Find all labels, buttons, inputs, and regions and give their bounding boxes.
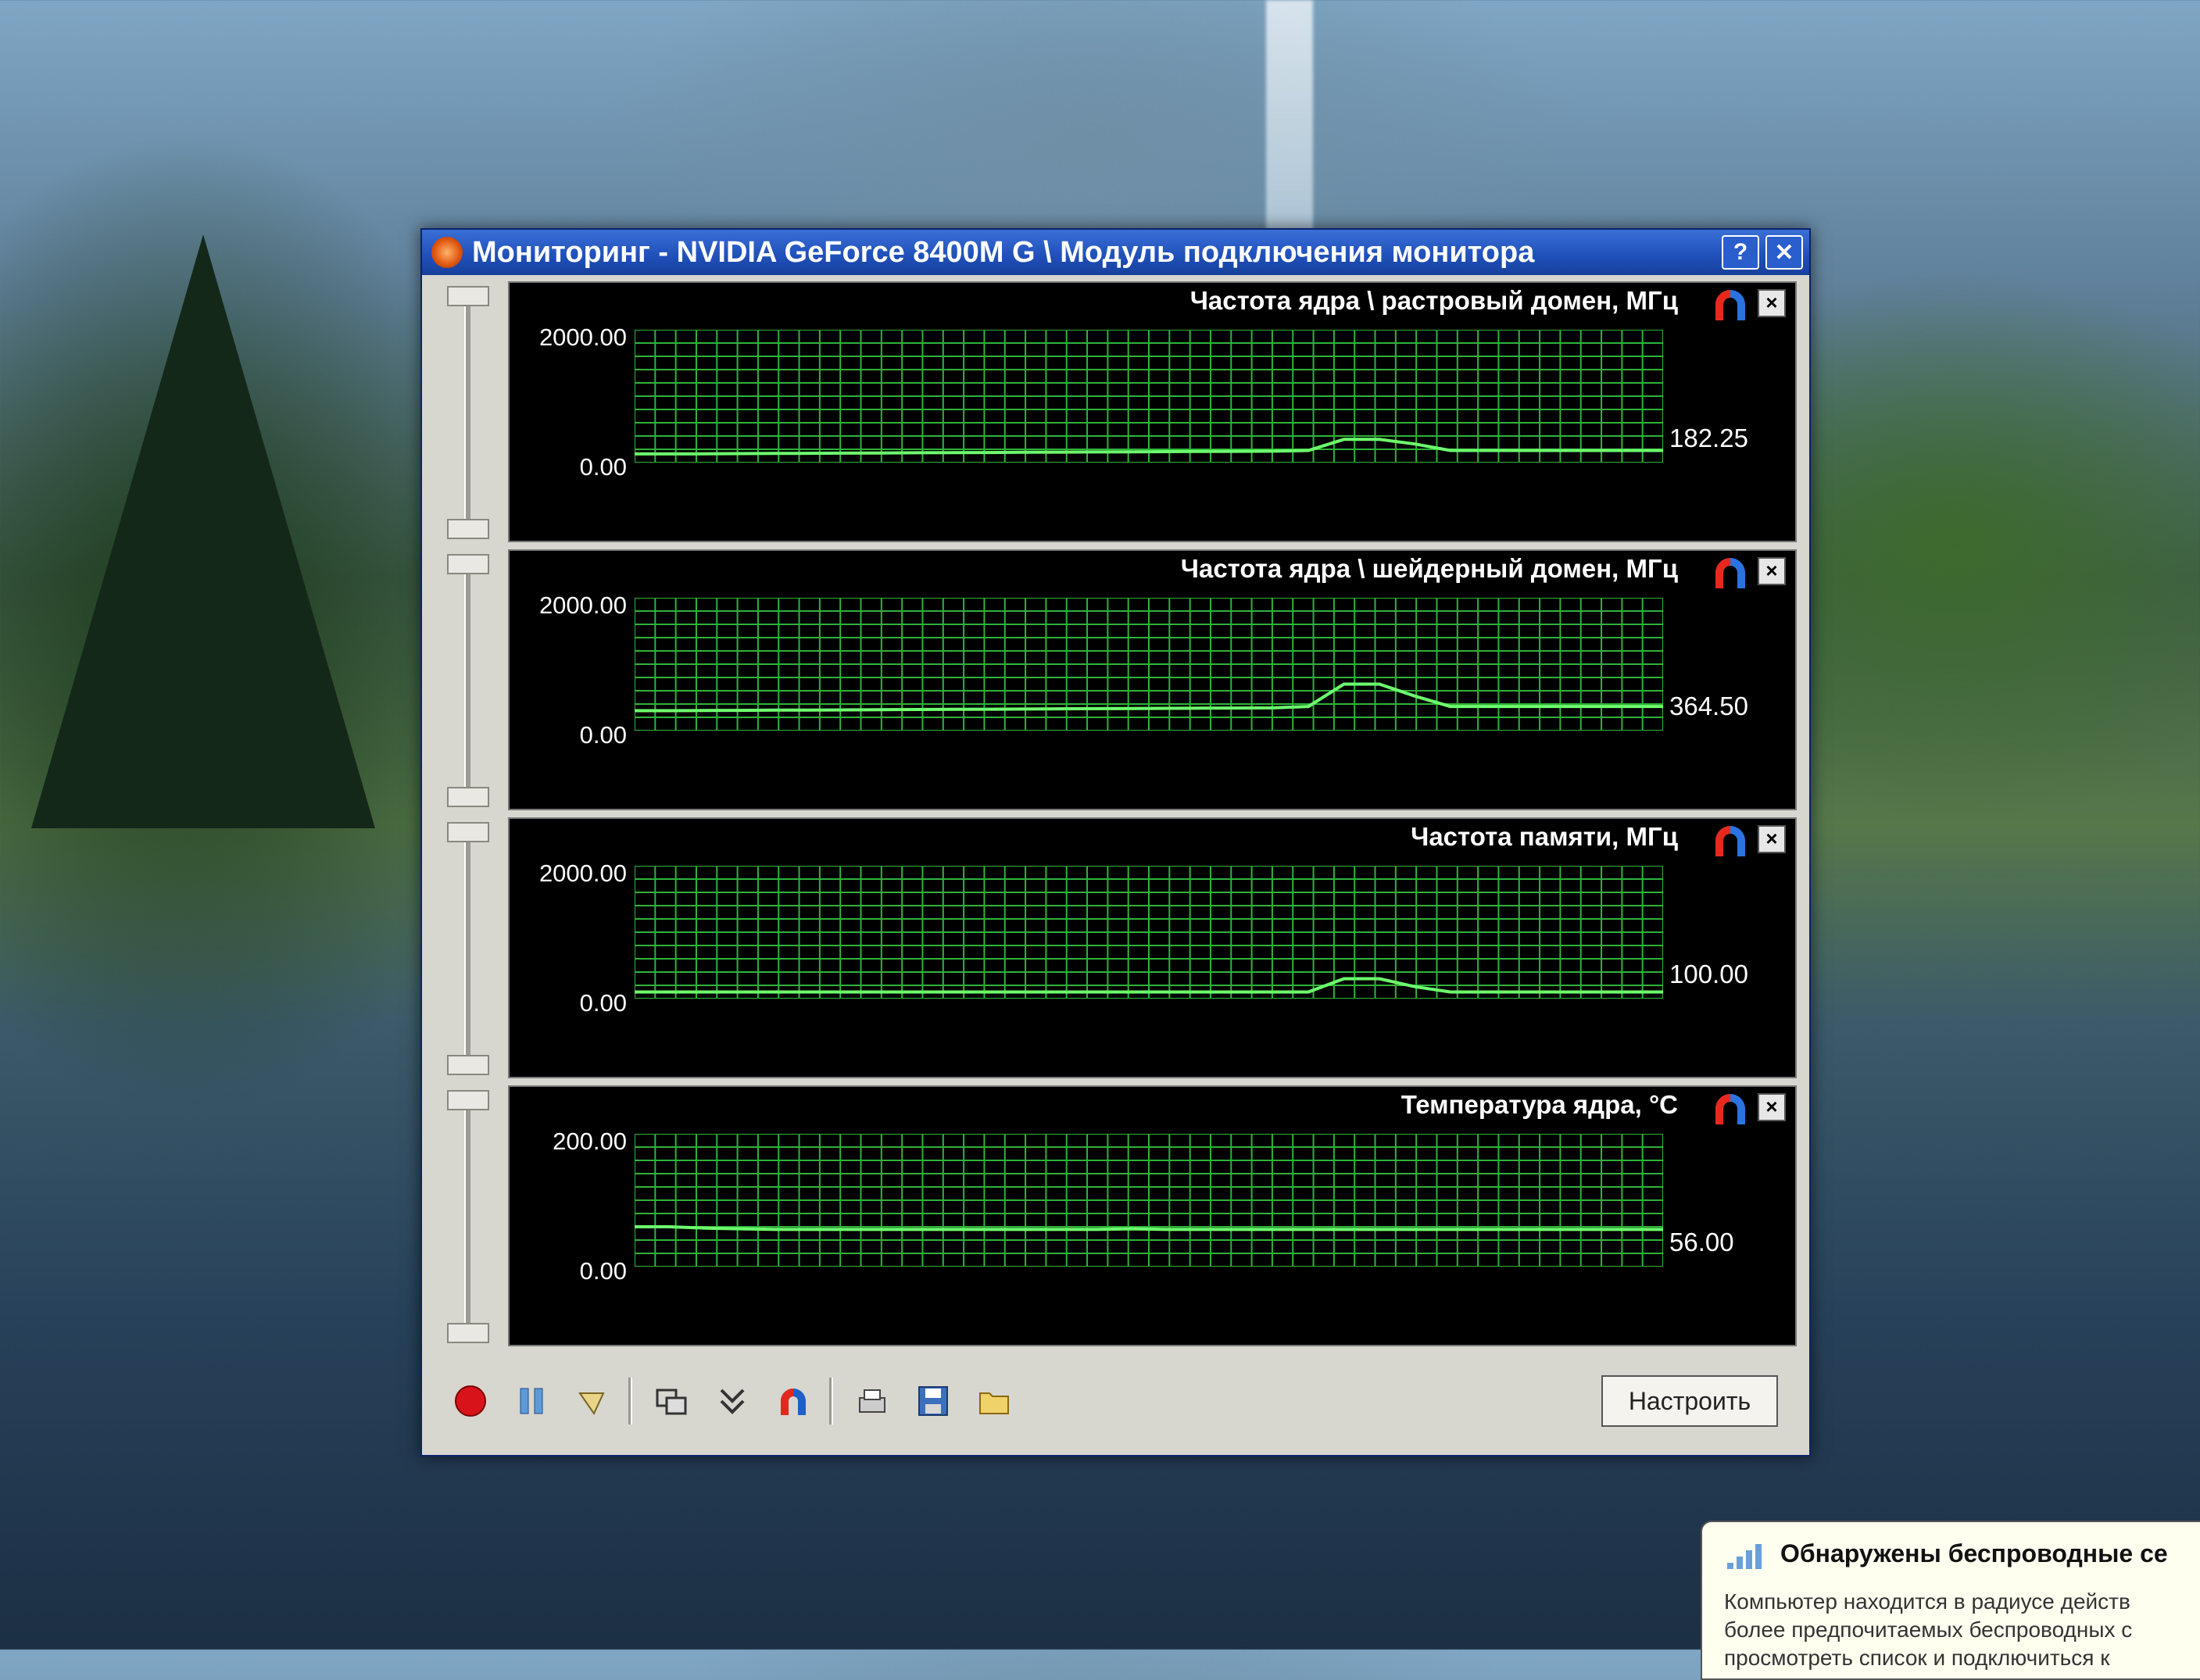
graph-list: Частота ядра \ растровый домен, МГц 2000… — [431, 281, 1800, 1353]
y-min-label: 0.00 — [579, 721, 627, 749]
slider-bottom-thumb[interactable] — [447, 1323, 489, 1343]
toolbar-separator — [829, 1378, 833, 1424]
balloon-text-line: Компьютер находится в радиусе действ — [1724, 1589, 2130, 1614]
graph-plot — [635, 1134, 1663, 1267]
windows-icon[interactable] — [649, 1379, 693, 1423]
printer-icon[interactable] — [850, 1379, 894, 1423]
toolbar: Настроить — [431, 1366, 1800, 1436]
wireless-notification-balloon[interactable]: Обнаружены беспроводные се Компьютер нах… — [1701, 1521, 2200, 1680]
magnet-icon[interactable] — [1712, 825, 1748, 856]
graph-title: Температура ядра, °C — [1400, 1090, 1678, 1119]
wireless-signal-icon — [1727, 1544, 1762, 1569]
setup-button[interactable]: Настроить — [1601, 1375, 1778, 1427]
pause-icon[interactable] — [510, 1379, 553, 1423]
magnet-icon[interactable] — [1712, 557, 1748, 588]
monitoring-window: Мониторинг - NVIDIA GeForce 8400M G \ Мо… — [420, 228, 1811, 1457]
close-graph-icon[interactable]: × — [1758, 825, 1786, 853]
slider-bottom-thumb[interactable] — [447, 519, 489, 539]
current-value: 182.25 — [1669, 424, 1748, 452]
graph-title: Частота ядра \ растровый домен, МГц — [1189, 286, 1678, 315]
scale-slider[interactable] — [439, 281, 494, 544]
slider-bottom-thumb[interactable] — [447, 787, 489, 807]
y-max-label: 2000.00 — [538, 860, 627, 887]
open-folder-icon[interactable] — [972, 1379, 1016, 1423]
graph-panel: Частота памяти, МГц 2000.00 0.00 100.00 … — [508, 817, 1797, 1078]
save-icon[interactable] — [911, 1379, 955, 1423]
magnet-icon[interactable] — [771, 1379, 815, 1423]
balloon-text-line: более предпочитаемых беспроводных с — [1724, 1617, 2133, 1642]
close-graph-icon[interactable]: × — [1758, 1093, 1786, 1121]
graph-row: Температура ядра, °C 200.00 0.00 56.00 × — [431, 1085, 1800, 1348]
slider-top-thumb[interactable] — [447, 286, 489, 306]
collapse-icon[interactable] — [710, 1379, 754, 1423]
graph-title: Частота ядра \ шейдерный домен, МГц — [1180, 554, 1678, 583]
record-icon[interactable] — [449, 1379, 492, 1423]
magnet-icon[interactable] — [1712, 1093, 1748, 1124]
current-value: 100.00 — [1669, 960, 1748, 988]
slider-track-line — [464, 833, 470, 1064]
graph-panel: Температура ядра, °C 200.00 0.00 56.00 × — [508, 1085, 1797, 1346]
slider-track-line — [464, 565, 470, 796]
graph-plot — [635, 330, 1663, 463]
graph-title: Частота памяти, МГц — [1411, 822, 1678, 851]
slider-bottom-thumb[interactable] — [447, 1055, 489, 1075]
graph-row: Частота памяти, МГц 2000.00 0.00 100.00 … — [431, 817, 1800, 1080]
close-graph-icon[interactable]: × — [1758, 289, 1786, 317]
y-max-label: 200.00 — [553, 1128, 627, 1155]
eraser-icon[interactable] — [571, 1379, 614, 1423]
slider-track-line — [464, 1101, 470, 1332]
graph-plot — [635, 866, 1663, 999]
scale-slider[interactable] — [439, 549, 494, 812]
y-max-label: 2000.00 — [538, 592, 627, 619]
y-min-label: 0.00 — [579, 989, 627, 1017]
slider-track-line — [464, 297, 470, 528]
slider-top-thumb[interactable] — [447, 822, 489, 842]
y-min-label: 0.00 — [579, 453, 627, 481]
graph-row: Частота ядра \ растровый домен, МГц 2000… — [431, 281, 1800, 544]
y-max-label: 2000.00 — [538, 323, 627, 351]
scale-slider[interactable] — [439, 817, 494, 1080]
graph-row: Частота ядра \ шейдерный домен, МГц 2000… — [431, 549, 1800, 812]
magnet-icon[interactable] — [1712, 289, 1748, 320]
window-title: Мониторинг - NVIDIA GeForce 8400M G \ Мо… — [472, 235, 1535, 269]
help-button[interactable]: ? — [1722, 235, 1759, 270]
current-value: 56.00 — [1669, 1228, 1734, 1256]
toolbar-separator — [628, 1378, 632, 1424]
graph-panel: Частота ядра \ растровый домен, МГц 2000… — [508, 281, 1797, 542]
window-titlebar[interactable]: Мониторинг - NVIDIA GeForce 8400M G \ Мо… — [422, 230, 1809, 275]
slider-top-thumb[interactable] — [447, 554, 489, 574]
scale-slider[interactable] — [439, 1085, 494, 1348]
y-min-label: 0.00 — [579, 1257, 627, 1285]
balloon-title: Обнаружены беспроводные се — [1780, 1539, 2168, 1567]
graph-plot — [635, 598, 1663, 731]
close-graph-icon[interactable]: × — [1758, 557, 1786, 585]
current-value: 364.50 — [1669, 692, 1748, 720]
waterfall-background — [1266, 0, 1313, 234]
app-icon — [431, 237, 463, 268]
tree-background — [31, 234, 375, 828]
graph-panel: Частота ядра \ шейдерный домен, МГц 2000… — [508, 549, 1797, 810]
slider-top-thumb[interactable] — [447, 1090, 489, 1110]
close-button[interactable]: ✕ — [1765, 235, 1803, 270]
